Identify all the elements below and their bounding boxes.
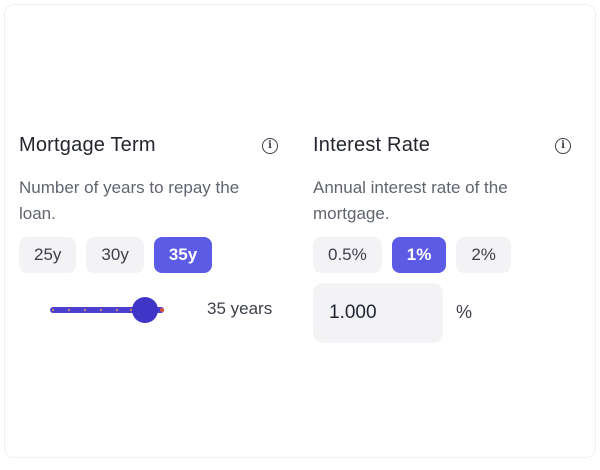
- slider-tick: [52, 309, 54, 311]
- info-icon[interactable]: i: [262, 138, 278, 154]
- rate-input-row: %: [313, 283, 575, 345]
- term-option-30y[interactable]: 30y: [86, 237, 144, 273]
- interest-rate-title: Interest Rate: [313, 134, 431, 156]
- rate-option-0-5[interactable]: 0.5%: [313, 237, 382, 273]
- mortgage-term-description: Number of years to repay the loan.: [19, 178, 240, 223]
- slider-tick: [84, 309, 86, 311]
- term-slider-thumb[interactable]: [132, 297, 158, 323]
- term-slider-row: 35 years: [19, 283, 281, 345]
- interest-rate-input[interactable]: [313, 283, 443, 343]
- mortgage-term-header: Mortgage Term i: [19, 132, 281, 162]
- percent-unit-label: %: [456, 302, 473, 322]
- interest-rate-section: Interest Rate i Annual interest rate of …: [313, 132, 575, 345]
- info-icon[interactable]: i: [555, 138, 571, 154]
- rate-preset-group: 0.5% 1% 2%: [313, 237, 575, 273]
- slider-tick: [116, 309, 118, 311]
- mortgage-term-section: Mortgage Term i Number of years to repay…: [19, 132, 281, 345]
- slider-tick: [68, 309, 70, 311]
- term-slider[interactable]: [50, 297, 164, 323]
- slider-tick: [100, 309, 102, 311]
- rate-option-2[interactable]: 2%: [456, 237, 511, 273]
- term-preset-group: 25y 30y 35y: [19, 237, 281, 273]
- interest-rate-header: Interest Rate i: [313, 132, 575, 162]
- term-option-25y[interactable]: 25y: [19, 237, 77, 273]
- slider-end-marker: [160, 308, 164, 312]
- rate-option-1[interactable]: 1%: [391, 237, 447, 273]
- interest-rate-description: Annual interest rate of the mortgage.: [313, 178, 508, 223]
- mortgage-term-title: Mortgage Term: [19, 134, 156, 156]
- term-option-35y[interactable]: 35y: [153, 237, 213, 273]
- term-value-label: 35 years: [207, 299, 273, 318]
